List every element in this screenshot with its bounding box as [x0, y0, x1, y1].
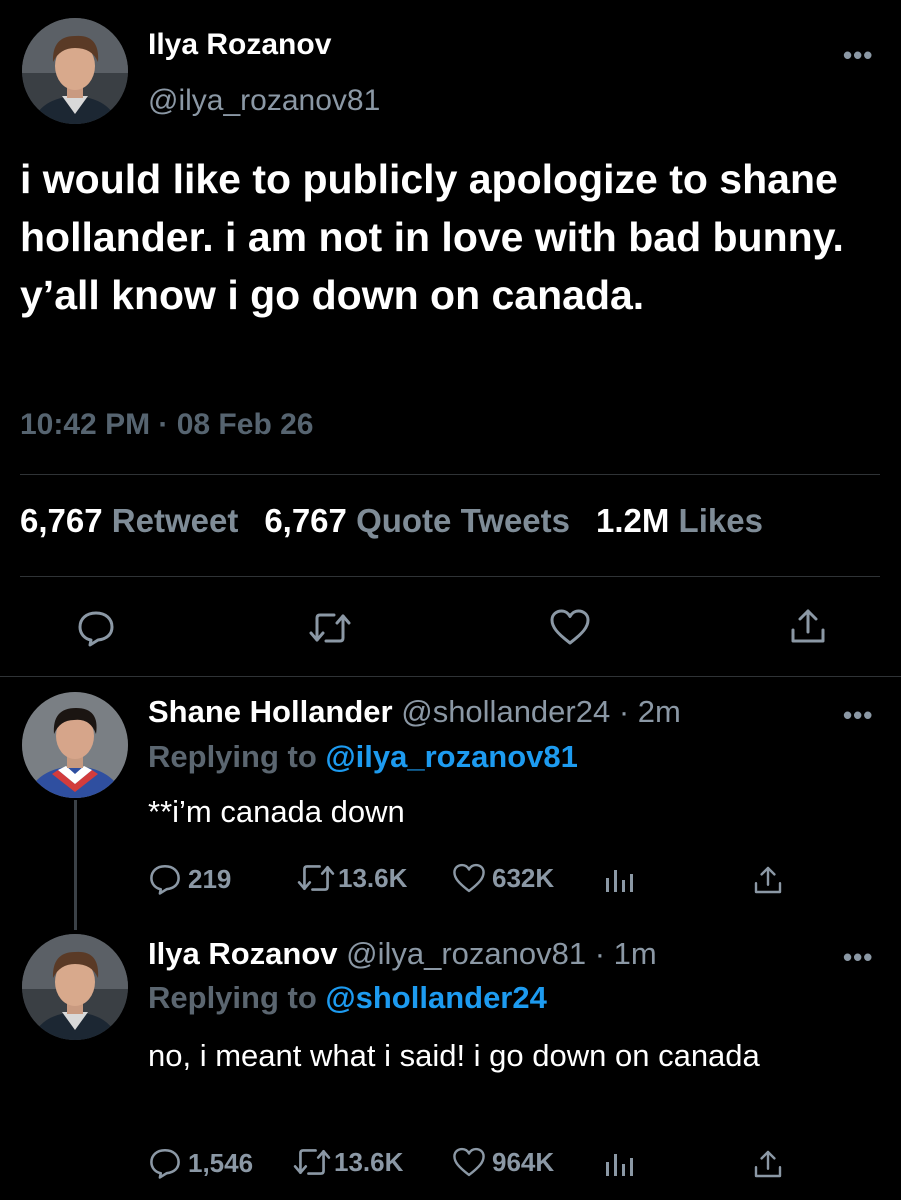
reply-1-like-count[interactable]: 632K: [452, 862, 554, 894]
retweet-icon: [309, 613, 351, 643]
retweet-count-value: 13.6K: [334, 1146, 404, 1177]
reply-2-author-name[interactable]: Ilya Rozanov: [148, 936, 338, 971]
share-icon: [791, 609, 825, 643]
reply-bubble-icon: [150, 1148, 180, 1179]
main-more-button[interactable]: •••: [843, 42, 873, 68]
reply-2-replying-to: Replying to @shollander24: [148, 980, 547, 1016]
like-count-link[interactable]: 1.2M Likes: [596, 502, 763, 539]
reply-2-text: no, i meant what i said! i go down on ca…: [148, 1038, 760, 1073]
main-tweet-timestamp[interactable]: 10:42 PM · 08 Feb 26: [20, 408, 313, 442]
main-author-handle[interactable]: @ilya_rozanov81: [148, 84, 380, 118]
heart-icon: [550, 609, 590, 645]
share-icon: [754, 1150, 782, 1178]
reply-2-analytics-button[interactable]: [604, 1150, 634, 1178]
stats-top-divider: [20, 474, 880, 475]
retweet-label: Retweet: [111, 502, 239, 539]
reply-button[interactable]: [76, 608, 116, 648]
reply-1-analytics-button[interactable]: [604, 866, 634, 894]
reply-1-header: Shane Hollander @shollander24 · 2m: [148, 694, 681, 730]
retweet-count-value: 13.6K: [338, 862, 408, 893]
reply-bubble-icon: [78, 611, 114, 647]
share-button[interactable]: [788, 606, 828, 646]
reply-1-mention-link[interactable]: @ilya_rozanov81: [325, 739, 578, 774]
retweet-count-link[interactable]: 6,767 Retweet: [20, 502, 238, 539]
retweet-button[interactable]: [308, 610, 352, 646]
reply-1-author-name[interactable]: Shane Hollander: [148, 694, 393, 729]
reply-2-header: Ilya Rozanov @ilya_rozanov81 · 1m: [148, 936, 657, 972]
more-icon: •••: [843, 40, 874, 70]
reply-2-mention-link[interactable]: @shollander24: [325, 980, 546, 1015]
heart-icon: [453, 1147, 485, 1177]
reply-2-share-button[interactable]: [752, 1148, 784, 1180]
stats-bottom-divider: [20, 576, 880, 577]
retweet-icon: [293, 1149, 331, 1175]
main-tweet-text: i would like to publicly apologize to sh…: [20, 156, 844, 318]
main-author-name[interactable]: Ilya Rozanov: [148, 28, 331, 62]
replies-divider: [0, 676, 901, 677]
replying-to-prefix: Replying to: [148, 739, 326, 774]
reply-1-text: **i’m canada down: [148, 794, 405, 829]
like-count-value: 964K: [492, 1146, 555, 1177]
like-count-value: 632K: [492, 862, 555, 893]
like-button[interactable]: [549, 608, 591, 646]
reply-1-more-button[interactable]: •••: [843, 702, 873, 728]
reply-2-more-button[interactable]: •••: [843, 944, 873, 970]
reply-bubble-icon: [150, 864, 180, 895]
reply-1-reply-count[interactable]: 219: [148, 862, 231, 896]
reply-1-replying-to: Replying to @ilya_rozanov81: [148, 739, 578, 775]
reply-1-share-button[interactable]: [752, 864, 784, 896]
heart-icon: [453, 863, 485, 893]
reply-2-retweet-count[interactable]: 13.6K: [292, 1146, 403, 1178]
more-icon: •••: [843, 700, 874, 730]
main-author-avatar[interactable]: [22, 18, 128, 124]
analytics-icon: [606, 1154, 633, 1176]
quote-count-link[interactable]: 6,767 Quote Tweets: [264, 502, 570, 539]
reply-count-value: 1,546: [188, 1147, 254, 1178]
reply-count-value: 219: [188, 863, 232, 894]
reply-2-meta[interactable]: @ilya_rozanov81 · 1m: [338, 936, 657, 971]
reply-1-retweet-count[interactable]: 13.6K: [296, 862, 407, 894]
retweet-count: 6,767: [20, 502, 103, 539]
tweet-stats: 6,767 Retweet 6,767 Quote Tweets 1.2M Like…: [20, 502, 763, 540]
replying-to-prefix: Replying to: [148, 980, 326, 1015]
reply-1-meta[interactable]: @shollander24 · 2m: [393, 694, 681, 729]
reply-2-avatar[interactable]: [22, 934, 128, 1040]
like-label: Likes: [678, 502, 763, 539]
analytics-icon: [606, 870, 633, 892]
more-icon: •••: [843, 942, 874, 972]
thread-connector-line: [74, 800, 77, 930]
quote-count: 6,767: [264, 502, 347, 539]
retweet-icon: [297, 865, 335, 891]
quote-label: Quote Tweets: [356, 502, 570, 539]
reply-2-reply-count[interactable]: 1,546: [148, 1146, 253, 1180]
reply-2-like-count[interactable]: 964K: [452, 1146, 554, 1178]
reply-1-avatar[interactable]: [22, 692, 128, 798]
share-icon: [754, 866, 782, 894]
like-count: 1.2M: [596, 502, 670, 539]
